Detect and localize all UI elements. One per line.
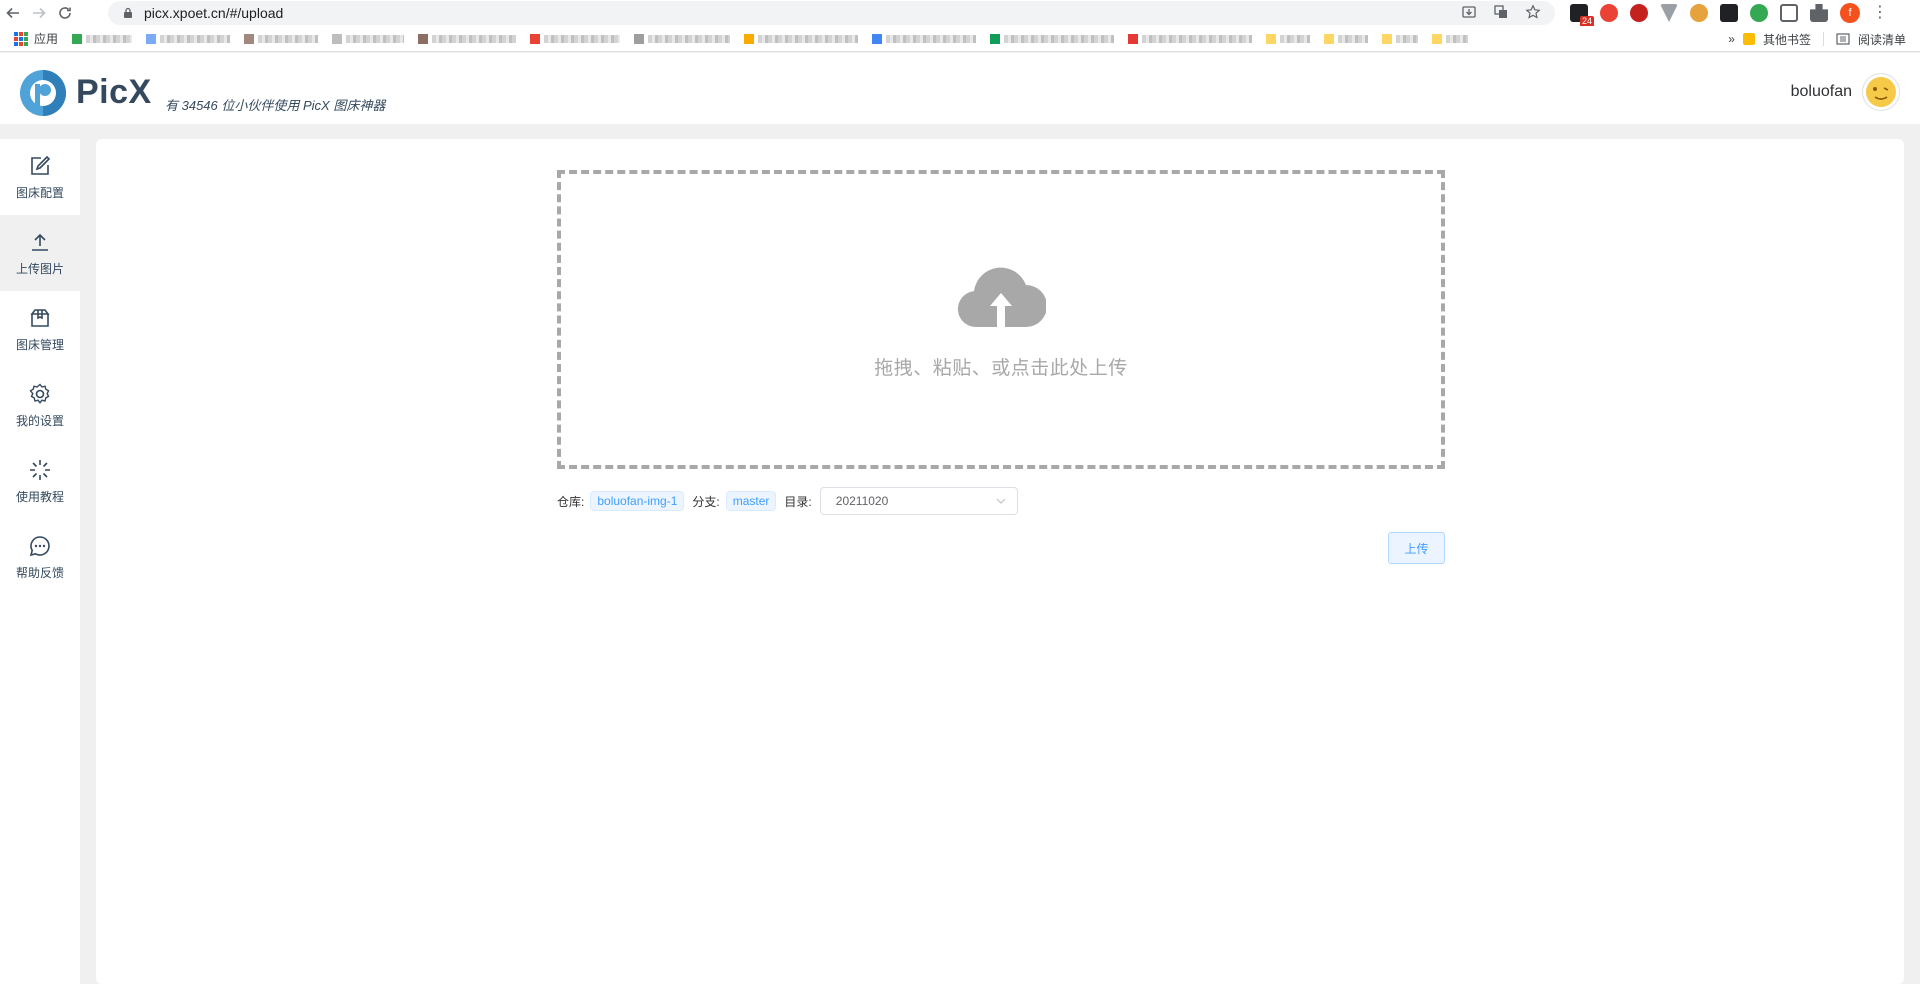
more-bookmarks-chevron[interactable]: » [1728,32,1735,46]
bookmark-item-blurred[interactable] [146,33,231,44]
bookmark-item-blurred[interactable] [990,33,1115,44]
reading-list[interactable]: 阅读清单 [1858,31,1906,48]
address-bar[interactable]: picx.xpoet.cn/#/upload [108,1,1555,25]
upload-icon [32,233,48,251]
puzzle-icon[interactable] [1810,4,1828,22]
bookmark-item-blurred[interactable] [634,33,731,44]
sidebar-item-tutorial[interactable]: 使用教程 [0,443,80,519]
avatar[interactable] [1862,73,1900,111]
username[interactable]: boluofan [1791,83,1852,101]
browser-toolbar: picx.xpoet.cn/#/upload 24 f ⋮ [0,0,1920,27]
reload-icon [59,7,71,19]
sidebar-item-label: 使用教程 [15,489,64,504]
bookmark-item-blurred[interactable] [418,33,517,44]
url-text: picx.xpoet.cn/#/upload [144,5,284,21]
sidebar-item-manage[interactable]: 图床管理 [0,291,80,367]
install-icon[interactable] [1461,4,1477,20]
upload-button[interactable]: 上传 [1388,532,1445,564]
bookmark-item-blurred[interactable] [244,33,319,44]
picx-logo-icon[interactable] [19,69,67,117]
folder-icon [1742,33,1755,45]
forward-button[interactable] [26,0,52,26]
sidebar-item-upload[interactable]: 上传图片 [0,215,80,291]
reading-list-icon [1836,33,1850,45]
tagline: 有 34546 位小伙伴使用 PicX 图床神器 [165,98,386,113]
bookmark-item-blurred[interactable] [1266,33,1311,44]
extension-icon-dark[interactable] [1720,4,1738,22]
bookmark-item-blurred[interactable] [1432,33,1469,44]
gear-icon [29,383,50,404]
edit-icon [31,155,51,175]
sidebar-item-label: 图床配置 [15,185,64,200]
extension-icon-calendar[interactable]: 24 [1570,4,1594,27]
extension-icon-weibo[interactable] [1690,4,1708,22]
emoji-avatar-icon [1866,77,1896,107]
extension-icon-opera[interactable] [1630,4,1648,22]
star-icon[interactable] [1525,4,1541,20]
sidebar-item-help[interactable]: 帮助反馈 [0,519,80,595]
user-menu[interactable]: boluofan [1791,73,1900,111]
spark-icon [30,459,50,480]
more-menu-icon[interactable]: ⋮ [1872,5,1888,21]
app-header: PicX 有 34546 位小伙伴使用 PicX 图床神器 boluofan [0,53,1920,124]
bookmark-item-blurred[interactable] [744,33,859,44]
upload-dropzone[interactable]: 拖拽、粘贴、或点击此处上传 [557,170,1445,469]
box-icon [30,308,50,327]
upload-info-row: 仓库: boluofan-img-1 分支: master 目录: 202110… [557,487,1018,515]
main-panel: 拖拽、粘贴、或点击此处上传 仓库: boluofan-img-1 分支: mas… [96,139,1904,984]
bookmark-item-blurred[interactable] [1324,33,1369,44]
extension-icon-globe[interactable] [1750,4,1768,22]
other-bookmarks[interactable]: 其他书签 [1763,31,1811,48]
directory-value: 20211020 [835,494,889,508]
sidebar-item-label: 帮助反馈 [15,565,64,580]
sidebar-item-label: 图床管理 [15,337,64,352]
bookmark-item-blurred[interactable] [332,33,405,44]
sidebar-item-settings[interactable]: 我的设置 [0,367,80,443]
bookmark-item-blurred[interactable] [72,33,133,44]
bookmark-item-blurred[interactable] [1128,33,1253,44]
chat-icon [29,535,50,556]
lock-icon [124,7,132,18]
sidebar-item-label: 我的设置 [15,413,64,428]
extension-icon-red[interactable] [1600,4,1618,22]
repo-label: 仓库: [557,494,585,509]
reload-button[interactable] [52,0,78,26]
bookmarks-bar: 应用 » 其他书签 阅读清单 [0,26,1920,52]
chevron-down-icon [996,498,1006,504]
translate-icon[interactable] [1493,4,1509,20]
bookmark-item-blurred[interactable] [530,33,621,44]
dropzone-text: 拖拽、粘贴、或点击此处上传 [874,358,1128,379]
bookmark-item-blurred[interactable] [872,33,977,44]
extension-icon-copy[interactable] [1780,4,1798,22]
profile-avatar[interactable]: f [1840,3,1860,23]
directory-label: 目录: [784,494,812,509]
back-button[interactable] [0,0,26,26]
sidebar: 图床配置 上传图片 图床管理 我的设置 使用教程 帮助反馈 [0,139,80,984]
sidebar-item-config[interactable]: 图床配置 [0,139,80,215]
extension-icon-v[interactable] [1660,4,1678,22]
branch-tag: master [725,491,777,511]
arrow-left-icon [6,7,19,19]
apps-grid-icon [14,31,28,46]
sidebar-item-label: 上传图片 [15,261,64,276]
arrow-right-icon [33,7,46,19]
branch-label: 分支: [692,494,720,509]
bookmark-apps[interactable]: 应用 [34,30,58,47]
repo-tag: boluofan-img-1 [590,491,685,511]
divider [1822,32,1824,46]
cloud-upload-icon [957,267,1046,328]
bookmark-item-blurred[interactable] [1382,33,1419,44]
brand-name[interactable]: PicX [76,73,152,112]
directory-select[interactable]: 20211020 [819,487,1018,515]
